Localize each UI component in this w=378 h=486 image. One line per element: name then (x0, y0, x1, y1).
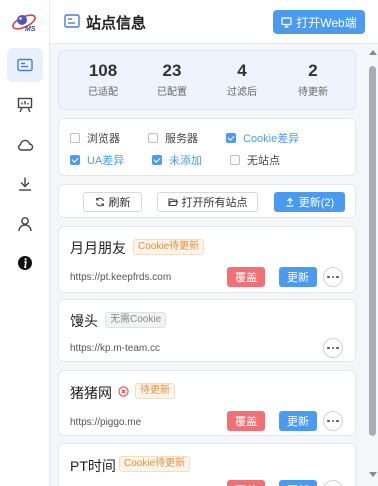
presentation-icon (17, 97, 33, 113)
overwrite-button[interactable]: 覆盖 (227, 480, 265, 486)
sidebar-item-user[interactable] (7, 207, 43, 241)
cloud-icon (18, 139, 34, 151)
header-bar: 站点信息 打开Web端 (50, 0, 378, 44)
more-button[interactable] (323, 480, 343, 486)
site-url[interactable]: https://kp.m-team.cc (70, 343, 160, 354)
refresh-label: 刷新 (108, 197, 131, 209)
update-all-label: 更新(2) (298, 197, 335, 209)
stat-value: 4 (237, 61, 247, 80)
filter-label: 服务器 (165, 133, 198, 145)
site-name: PT时间 (70, 458, 116, 474)
scroll-down-arrow[interactable] (369, 472, 377, 477)
error-icon (118, 386, 129, 397)
site-name: 猪猪网 (70, 385, 112, 401)
status-badge: 待更新 (135, 383, 175, 399)
open-web-label: 打开Web端 (296, 15, 357, 30)
site-url[interactable]: https://pt.keepfrds.com (70, 272, 171, 283)
open-all-sites-button[interactable]: 打开所有站点 (157, 192, 258, 212)
update-all-button[interactable]: 更新(2) (274, 192, 345, 212)
filter-label: 浏览器 (87, 133, 120, 145)
stat-label: 待更新 (298, 87, 328, 98)
monitor-icon (281, 16, 292, 28)
checkbox[interactable] (70, 155, 80, 165)
sidebar-item-download[interactable] (7, 167, 43, 201)
site-info-icon (64, 14, 80, 28)
actions-card: 刷新 打开所有站点 更新(2) (58, 184, 356, 218)
site-card: 月月朋友 Cookie待更新 https://pt.keepfrds.com 覆… (58, 226, 356, 293)
stats-card: 108 已适配 23 已配置 4 过滤后 2 待更新 (58, 50, 356, 110)
site-card: 猪猪网 待更新 https://piggo.me 覆盖 更新 (58, 370, 356, 436)
checkbox[interactable] (230, 155, 240, 165)
scroll-up-arrow[interactable] (369, 50, 377, 55)
overwrite-button[interactable]: 覆盖 (227, 411, 265, 431)
site-url[interactable]: https://piggo.me (70, 417, 141, 428)
filter-ua-diff[interactable]: UA差异 (70, 152, 124, 168)
more-button[interactable] (323, 411, 343, 431)
site-name: 月月朋友 (70, 240, 126, 256)
sidebar: MS (0, 0, 50, 486)
filter-server[interactable]: 服务器 (148, 130, 198, 146)
sidebar-item-presentation[interactable] (7, 88, 43, 122)
info-icon (18, 256, 32, 270)
status-badge: 无需Cookie (105, 312, 167, 328)
stat-value: 2 (308, 61, 318, 80)
filter-no-site[interactable]: 无站点 (230, 152, 280, 168)
filter-label: Cookie差异 (243, 133, 300, 145)
filter-label: 无站点 (247, 155, 280, 167)
filter-not-added[interactable]: 未添加 (152, 152, 202, 168)
sidebar-item-about[interactable] (7, 246, 43, 280)
app-logo-text: MS (25, 26, 36, 33)
stat-label: 已配置 (157, 87, 187, 98)
filter-card: 浏览器 服务器 Cookie差异 UA差异 未添加 无站点 (58, 118, 356, 176)
site-name: 馒头 (70, 313, 98, 329)
refresh-button[interactable]: 刷新 (83, 192, 142, 212)
update-button[interactable]: 更新 (279, 267, 317, 287)
scrollbar-thumb[interactable] (369, 66, 376, 436)
overwrite-button[interactable]: 覆盖 (227, 267, 265, 287)
stat-value: 108 (88, 61, 118, 80)
stat-value: 23 (162, 61, 182, 80)
stat-label: 过滤后 (227, 87, 257, 98)
sidebar-item-cloud[interactable] (7, 128, 43, 162)
user-icon (18, 217, 32, 232)
update-button[interactable]: 更新 (279, 411, 317, 431)
open-all-sites-label: 打开所有站点 (181, 197, 248, 209)
checkbox[interactable] (70, 133, 80, 143)
download-icon (19, 177, 31, 191)
app-logo[interactable]: MS (11, 10, 37, 34)
stat-adapted: 108 已适配 (73, 61, 133, 98)
main-panel: 站点信息 打开Web端 108 已适配 23 已配置 4 过滤后 2 待更新 浏… (50, 0, 378, 486)
page-title: 站点信息 (86, 15, 147, 32)
open-web-button[interactable]: 打开Web端 (273, 10, 365, 34)
status-badge: Cookie待更新 (119, 456, 191, 472)
sidebar-item-site-info[interactable] (7, 48, 43, 82)
checkbox[interactable] (226, 133, 236, 143)
stat-configured: 23 已配置 (142, 61, 202, 98)
update-button[interactable]: 更新 (279, 480, 317, 486)
more-button[interactable] (323, 338, 343, 358)
refresh-icon (95, 197, 104, 207)
folder-open-icon (167, 198, 178, 207)
site-card: 馒头 无需Cookie https://kp.m-team.cc (58, 299, 356, 362)
filter-cookie-diff[interactable]: Cookie差异 (226, 130, 299, 146)
status-badge: Cookie待更新 (133, 239, 205, 255)
filter-label: 未添加 (169, 155, 202, 167)
stat-label: 已适配 (88, 87, 118, 98)
checkbox[interactable] (148, 133, 158, 143)
stat-pending: 2 待更新 (283, 61, 343, 98)
filter-browser[interactable]: 浏览器 (70, 130, 120, 146)
filter-label: UA差异 (87, 155, 125, 167)
upload-icon (286, 197, 294, 207)
site-card: PT时间 Cookie待更新 覆盖 更新 (58, 443, 356, 486)
stat-filtered: 4 过滤后 (212, 61, 272, 98)
checkbox[interactable] (152, 155, 162, 165)
site-info-icon (17, 58, 33, 72)
more-button[interactable] (323, 267, 343, 287)
